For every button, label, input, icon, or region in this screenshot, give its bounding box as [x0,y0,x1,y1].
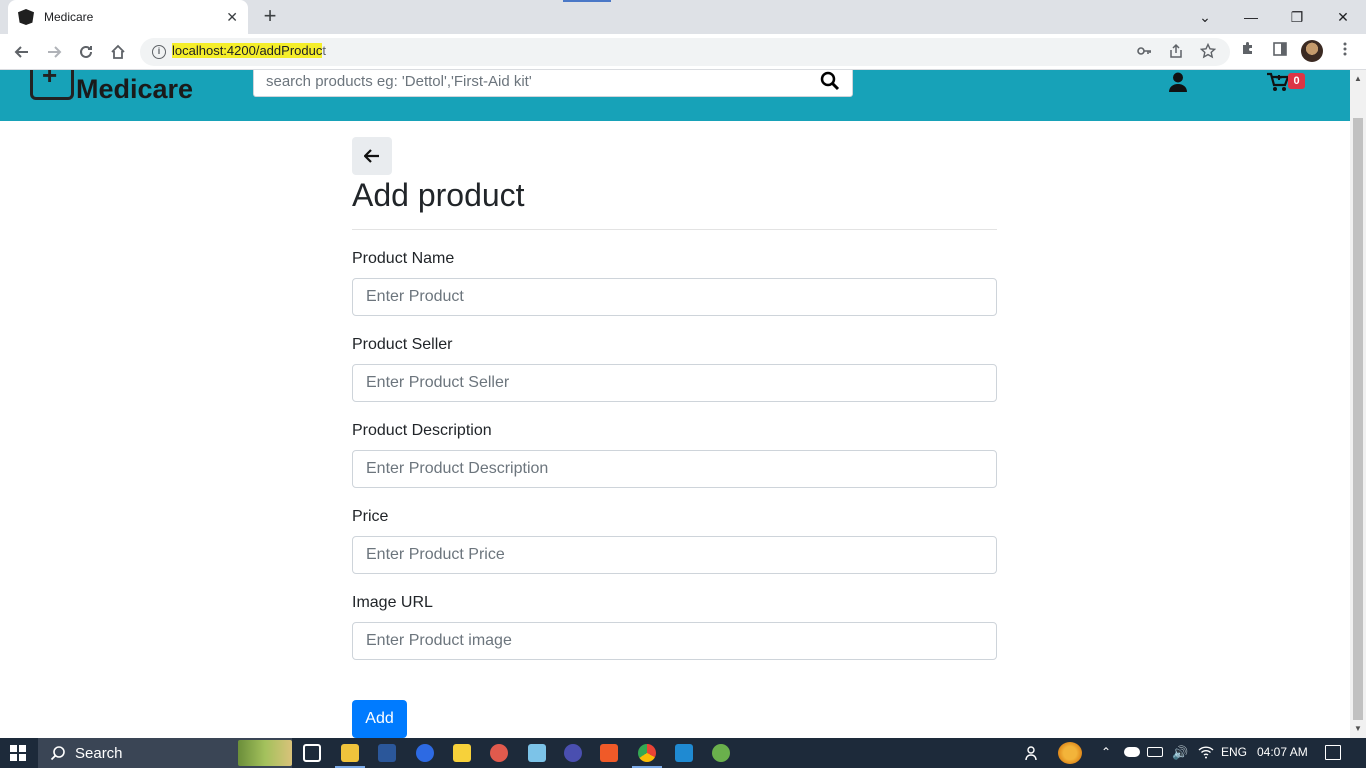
medicare-logo-icon [30,70,74,100]
word-icon[interactable] [378,744,396,762]
back-arrow-icon[interactable] [10,40,34,64]
arrow-left-icon [364,149,379,163]
volume-icon[interactable]: 🔊 [1172,745,1188,761]
notepad-icon[interactable] [528,744,546,762]
page-viewport: Medicare 0 Add product Product Name Prod… [0,70,1350,738]
bookmark-star-icon[interactable] [1199,42,1217,61]
extensions-icon[interactable] [1237,41,1259,63]
windows-taskbar: Search ⌃ 🔊 ENG 04:07 AM [0,738,1366,768]
wifi-icon[interactable] [1198,745,1214,762]
share-icon[interactable] [1167,43,1185,61]
browser-toolbar: i localhost:4200/addProduct [0,34,1366,70]
page-scrollbar[interactable]: ▲ ▼ [1350,70,1366,738]
minimize-button[interactable]: — [1228,0,1274,34]
app-icon-2[interactable] [564,744,582,762]
url-rest: t [322,43,326,58]
scroll-down-icon[interactable]: ▼ [1353,724,1363,734]
scrollbar-thumb[interactable] [1353,118,1363,720]
taskbar-search-label: Search [75,744,123,762]
product-name-label: Product Name [352,250,455,267]
image-url-label: Image URL [352,594,433,611]
people-icon[interactable] [1025,745,1041,761]
address-bar[interactable]: i localhost:4200/addProduct [140,38,1230,66]
url-highlighted: localhost:4200/addProduc [172,43,323,58]
language-indicator[interactable]: ENG [1221,745,1247,759]
cart-icon [1266,72,1290,97]
search-icon[interactable] [820,71,840,91]
weather-icon[interactable] [1058,742,1082,764]
angular-icon [18,9,34,25]
side-panel-icon[interactable] [1269,41,1291,63]
vscode-icon[interactable] [675,744,693,762]
chrome-icon[interactable] [638,744,656,762]
key-icon[interactable] [1135,43,1153,61]
restore-button[interactable]: ❐ [1274,0,1320,34]
new-tab-button[interactable]: + [258,5,282,28]
product-seller-input[interactable] [352,364,997,402]
site-info-icon[interactable]: i [152,45,166,59]
add-button[interactable]: Add [352,700,407,738]
spring-tool-icon[interactable] [712,744,730,762]
browser-tab-strip: Medicare ✕ + ⌄ — ❐ ✕ [0,0,1366,34]
chevron-up-icon[interactable]: ⌃ [1101,745,1111,759]
task-view-icon[interactable] [303,744,321,762]
cart-count-badge: 0 [1288,73,1305,89]
search-highlight-image [238,740,292,766]
onedrive-icon[interactable] [1124,747,1140,757]
browser-tab[interactable]: Medicare ✕ [8,0,248,34]
user-icon[interactable] [1168,72,1188,92]
product-description-label: Product Description [352,422,492,439]
forward-arrow-icon[interactable] [42,40,66,64]
taskbar-search-icon [50,746,65,761]
title-divider [352,229,997,230]
clock-time[interactable]: 04:07 AM [1257,745,1308,759]
windows-start-icon[interactable] [10,745,26,761]
tab-search-button[interactable]: ⌄ [1182,0,1228,34]
battery-icon[interactable] [1147,747,1163,757]
profile-avatar[interactable] [1301,40,1323,62]
tab-indicator [563,0,611,2]
product-search [253,70,853,97]
tab-close-button[interactable]: ✕ [226,9,238,26]
back-button[interactable] [352,137,392,175]
product-name-input[interactable] [352,278,997,316]
brave-icon[interactable] [600,744,618,762]
sticky-notes-icon[interactable] [453,744,471,762]
image-url-input[interactable] [352,622,997,660]
price-input[interactable] [352,536,997,574]
product-search-input[interactable] [266,70,806,93]
home-icon[interactable] [106,40,130,64]
taskbar-search[interactable]: Search [38,738,292,768]
close-window-button[interactable]: ✕ [1320,0,1366,34]
notifications-icon[interactable] [1325,745,1341,760]
product-seller-label: Product Seller [352,336,453,353]
brand-name: Medicare [76,74,194,104]
menu-kebab-icon[interactable] [1334,41,1356,63]
tab-title: Medicare [44,10,94,24]
price-label: Price [352,508,389,525]
product-description-input[interactable] [352,450,997,488]
app-icon[interactable] [490,744,508,762]
url-text[interactable]: localhost:4200/addProduct [172,43,326,58]
page-title: Add product [352,177,525,213]
brand-logo[interactable]: Medicare [30,70,193,105]
reload-icon[interactable] [74,40,98,64]
zoom-icon[interactable] [416,744,434,762]
file-explorer-icon[interactable] [341,744,359,762]
site-navbar: Medicare 0 [0,70,1350,121]
cart-button[interactable]: 0 [1266,70,1308,94]
scroll-up-icon[interactable]: ▲ [1353,74,1363,84]
